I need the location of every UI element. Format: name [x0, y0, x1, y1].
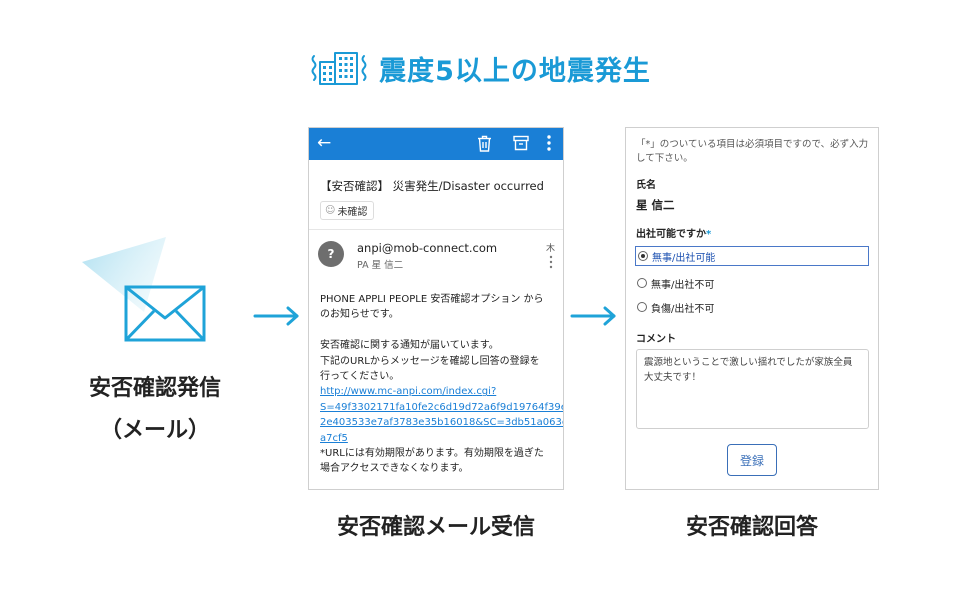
- submit-button[interactable]: 登録: [727, 444, 777, 476]
- option-safe-cannot-work[interactable]: 無事/出社不可: [637, 274, 714, 292]
- body-line: 行ってください。: [320, 371, 400, 383]
- required-mark: *: [706, 229, 712, 240]
- recipient-name: PA 星 信二: [357, 260, 404, 271]
- answer-link[interactable]: http://www.mc-anpi.com/index.cgi?: [320, 384, 560, 399]
- step3-caption: 安否確認回答: [685, 515, 818, 540]
- option-label: 負傷/出社不可: [651, 303, 715, 315]
- body-line: 安否確認に関する通知が届いています。: [320, 340, 499, 352]
- question-text: 出社可能ですか: [636, 229, 706, 240]
- divider: [309, 229, 563, 230]
- email-screen: ← 【安否確認】 災害発生/Disaster occurred ☺ 未確認 ? …: [308, 127, 564, 490]
- more-vert-icon[interactable]: [546, 134, 552, 152]
- step1-label: 安否確認発信: [88, 376, 221, 401]
- more-vert-icon[interactable]: [549, 255, 553, 269]
- option-safe-can-work[interactable]: 無事/出社可能: [635, 246, 869, 266]
- email-subject: 【安否確認】 災害発生/Disaster occurred: [320, 179, 544, 193]
- question-label: 出社可能ですか*: [636, 225, 711, 240]
- required-notice: 「*」のついている項目は必須項目ですので、必ず入力して下さい。: [636, 139, 869, 164]
- answer-link[interactable]: 2e403533e7af3783e35b16018&SC=3db51a063c2: [320, 415, 563, 430]
- step1-sublabel: （メール）: [99, 418, 210, 443]
- radio-icon: [637, 302, 647, 312]
- status-chip-label: 未確認: [337, 207, 368, 218]
- step2-caption: 安否確認メール受信: [336, 515, 535, 540]
- page-title: 震度5以上の地震発生: [379, 55, 651, 87]
- option-injured-cannot-work[interactable]: 負傷/出社不可: [637, 298, 714, 316]
- comment-textarea[interactable]: 震源地ということで激しい揺れでしたが家族全員大丈夫です！: [636, 349, 869, 429]
- body-line: 下記のURLからメッセージを確認し回答の登録を: [320, 355, 540, 367]
- body-line: PHONE APPLI PEOPLE 安否確認オプション から: [320, 294, 544, 305]
- answer-form: 「*」のついている項目は必須項目ですので、必ず入力して下さい。 氏名 星 信二 …: [625, 127, 879, 490]
- sender-address: anpi@mob-connect.com: [357, 241, 498, 255]
- body-line: *URLには有効期限があります。有効期限を過ぎた: [320, 448, 544, 460]
- avatar: ?: [318, 241, 344, 267]
- back-arrow-icon[interactable]: ←: [317, 133, 331, 153]
- envelope-icon: [124, 285, 206, 342]
- arrow-right-icon: [570, 306, 616, 326]
- name-value: 星 信二: [636, 198, 675, 212]
- email-toolbar: ←: [309, 128, 563, 160]
- building-shaking-icon: [311, 52, 367, 85]
- status-chip[interactable]: ☺ 未確認: [320, 201, 375, 220]
- comment-label: コメント: [636, 334, 676, 345]
- archive-icon[interactable]: [513, 135, 529, 151]
- mail-date: 木: [546, 244, 556, 254]
- person-icon: ☺: [325, 205, 336, 216]
- answer-link[interactable]: S=49f3302171fa10fe2c6d19d72a6f9d19764f39…: [320, 400, 563, 415]
- email-body: PHONE APPLI PEOPLE 安否確認オプション から のお知らせです。…: [320, 292, 563, 477]
- radio-selected-icon: [638, 251, 648, 261]
- answer-link[interactable]: a7cf5: [320, 431, 560, 446]
- trash-icon[interactable]: [477, 135, 492, 152]
- option-label: 無事/出社不可: [651, 279, 715, 291]
- page-title-group: 震度5以上の地震発生: [0, 48, 960, 88]
- radio-icon: [637, 278, 647, 288]
- body-line: 場合アクセスできなくなります。: [320, 463, 469, 475]
- body-line: のお知らせです。: [320, 309, 399, 321]
- option-label: 無事/出社可能: [652, 252, 716, 264]
- arrow-right-icon: [253, 306, 299, 326]
- name-label: 氏名: [636, 180, 656, 191]
